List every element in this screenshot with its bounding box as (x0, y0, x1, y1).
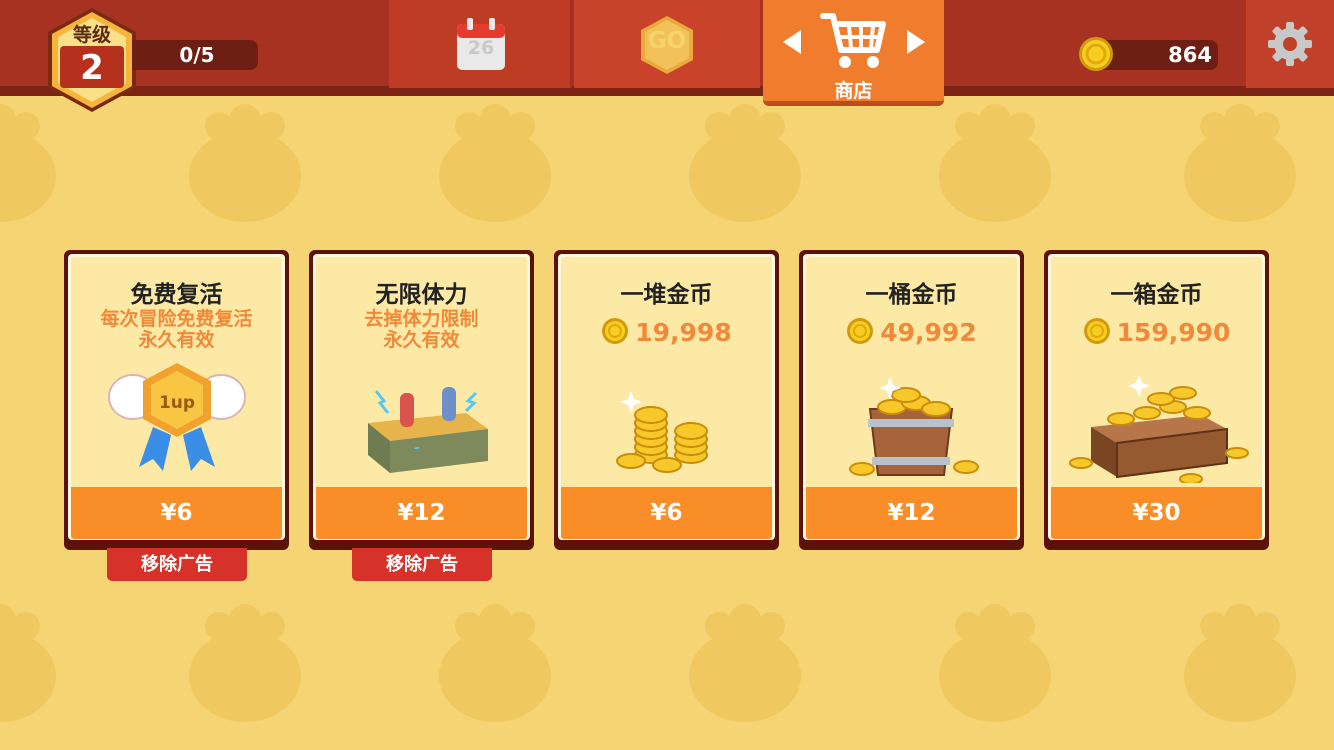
svg-text:1up: 1up (159, 393, 195, 413)
remove-ads-badge: 移除广告 (352, 548, 492, 581)
card-description: 去掉体力限制 永久有效 (364, 308, 479, 351)
level-value: 2 (80, 48, 104, 88)
remove-ads-badge: 移除广告 (107, 548, 247, 581)
gear-icon (1268, 22, 1312, 66)
shop-card-free-revive[interactable]: 免费复活 每次冒险免费复活 永久有效 1up ¥6 (64, 250, 289, 550)
shopping-cart-icon (820, 13, 886, 68)
shop-label: 商店 (834, 80, 873, 102)
coin-icon (602, 318, 629, 344)
coin-icon (847, 318, 874, 344)
coin-amount: 49,992 (806, 317, 1017, 347)
price-button[interactable]: ¥6 (561, 487, 772, 539)
arrow-left-icon[interactable] (781, 28, 803, 56)
price-button[interactable]: ¥6 (71, 487, 282, 539)
shop-card-unlimited-stamina[interactable]: 无限体力 去掉体力限制 永久有效 ¥12 (309, 250, 534, 550)
settings-button[interactable] (1246, 0, 1334, 88)
price-button[interactable]: ¥30 (1051, 487, 1262, 539)
level-label: 等级 (72, 24, 111, 46)
price-button[interactable]: ¥12 (316, 487, 527, 539)
shop-card-coin-bucket[interactable]: 一桶金币 49,992 ¥12 (799, 250, 1024, 550)
card-title: 无限体力 (375, 282, 468, 308)
coin-chest-icon (1069, 375, 1249, 483)
winged-1up-medal-icon: 1up (108, 363, 246, 471)
price-button[interactable]: ¥12 (806, 487, 1017, 539)
calendar-day: 26 (467, 37, 495, 59)
coin-icon (1083, 318, 1110, 344)
xp-progress: 0/5 (179, 43, 215, 67)
coin-pile-icon (616, 391, 708, 473)
card-description: 每次冒险免费复活 永久有效 (100, 308, 253, 351)
card-title: 一桶金币 (865, 282, 958, 308)
coin-icon (1079, 37, 1113, 71)
card-title: 一箱金币 (1110, 282, 1203, 308)
coin-bucket-icon (849, 377, 979, 476)
coin-count: 864 (1168, 43, 1212, 67)
card-title: 免费复活 (130, 282, 223, 308)
arrow-right-icon[interactable] (905, 28, 927, 56)
shop-card-coin-chest[interactable]: 一箱金币 159,990 ¥30 (1044, 250, 1269, 550)
card-title: 一堆金币 (620, 282, 713, 308)
tab-shop[interactable]: 商店 (763, 0, 944, 106)
battery-pack-icon (368, 387, 488, 473)
go-label: GO (647, 28, 687, 54)
coin-amount: 19,998 (561, 317, 772, 347)
coin-amount: 159,990 (1051, 317, 1262, 347)
shop-card-coin-pile[interactable]: 一堆金币 19,998 ¥6 (554, 250, 779, 550)
